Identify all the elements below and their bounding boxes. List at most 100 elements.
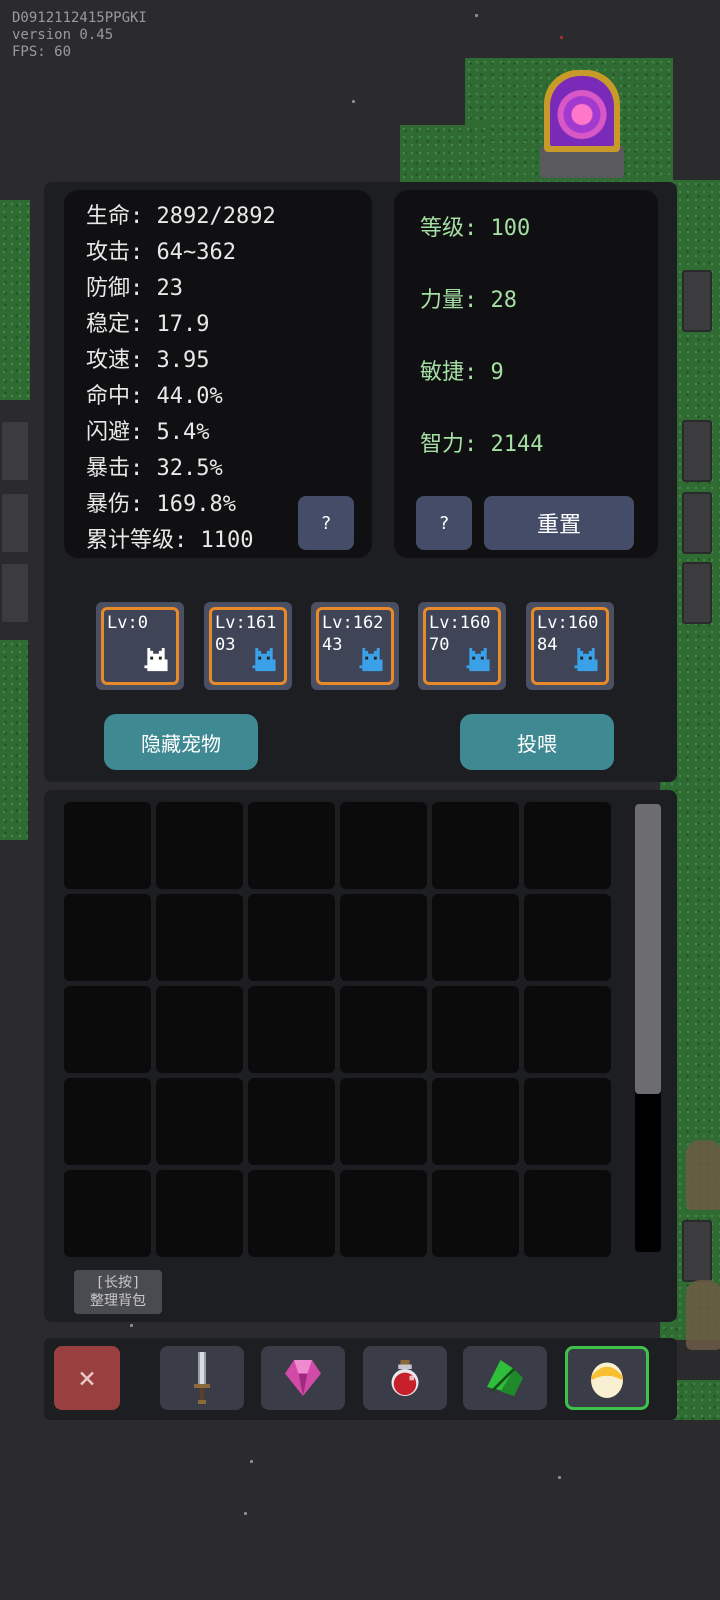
stat-accuracy: 命中: 44.0% (86, 384, 223, 409)
floor-tile (682, 420, 712, 482)
egg-icon (591, 1362, 623, 1398)
close-icon: × (77, 1360, 97, 1396)
inventory-slot[interactable] (248, 894, 335, 981)
floor-tile (682, 492, 712, 554)
portal[interactable] (544, 70, 620, 152)
inventory-slot[interactable] (248, 986, 335, 1073)
inventory-scrollbar[interactable] (635, 804, 661, 1252)
statue (686, 1280, 720, 1350)
debug-overlay: D0912112415PPGKI version 0.45 FPS: 60 (12, 10, 147, 61)
grass-patch (0, 640, 28, 840)
floor-tile (0, 492, 30, 554)
inventory-slot[interactable] (156, 986, 243, 1073)
inventory-slot[interactable] (64, 894, 151, 981)
inventory-slot[interactable] (432, 894, 519, 981)
cat-icon (359, 648, 383, 672)
attributes-help-button[interactable]: ? (416, 496, 472, 550)
star (560, 36, 563, 39)
inventory-slot[interactable] (432, 1170, 519, 1257)
tab-eggs[interactable] (565, 1346, 649, 1410)
inventory-slot[interactable] (340, 1078, 427, 1165)
sort-bag-button[interactable]: [长按] 整理背包 (74, 1270, 162, 1314)
inventory-panel: [长按] 整理背包 (44, 790, 677, 1322)
cat-icon (252, 648, 276, 672)
inventory-slot[interactable] (156, 1170, 243, 1257)
stat-crit-damage: 暴伤: 169.8% (86, 492, 236, 517)
inventory-slot[interactable] (248, 1078, 335, 1165)
inventory-slot[interactable] (64, 802, 151, 889)
inventory-slot[interactable] (156, 1078, 243, 1165)
inventory-slot[interactable] (524, 1078, 611, 1165)
attributes-box: 等级: 100 力量: 28 敏捷: 9 智力: 2144 ? 重置 (394, 190, 658, 558)
stat-stability: 稳定: 17.9 (86, 312, 210, 337)
pet-level: Lv:0 (107, 613, 148, 633)
inventory-slot[interactable] (340, 986, 427, 1073)
pet-slot[interactable]: Lv:160 70 (418, 602, 506, 690)
tab-potions[interactable] (363, 1346, 447, 1410)
leaf-icon (487, 1360, 523, 1396)
stat-hp: 生命: 2892/2892 (86, 204, 276, 229)
sword-icon (194, 1352, 210, 1404)
cat-icon (466, 648, 490, 672)
inventory-slot[interactable] (432, 1078, 519, 1165)
potion-icon (391, 1360, 419, 1396)
tab-gems[interactable] (261, 1346, 345, 1410)
attr-level: 等级: 100 (420, 216, 531, 241)
hide-pets-button[interactable]: 隐藏宠物 (104, 714, 258, 770)
reset-button[interactable]: 重置 (484, 496, 634, 550)
star (558, 1476, 561, 1479)
combat-stats-box: 生命: 2892/2892 攻击: 64~362 防御: 23 稳定: 17.9… (64, 190, 372, 558)
inventory-slot[interactable] (524, 1170, 611, 1257)
tab-weapons[interactable] (160, 1346, 244, 1410)
inventory-slot[interactable] (156, 802, 243, 889)
scrollbar-thumb[interactable] (635, 804, 661, 1094)
tab-materials[interactable] (463, 1346, 547, 1410)
stat-evasion: 闪避: 5.4% (86, 420, 210, 445)
inventory-slot[interactable] (64, 986, 151, 1073)
grass-patch (400, 125, 490, 190)
inventory-slot[interactable] (340, 894, 427, 981)
floor-tile (0, 420, 30, 482)
gem-icon (285, 1360, 321, 1396)
attr-intelligence: 智力: 2144 (420, 432, 544, 457)
star (250, 1460, 253, 1463)
stat-attack: 攻击: 64~362 (86, 240, 236, 265)
inventory-slot[interactable] (64, 1170, 151, 1257)
star (475, 14, 478, 17)
cat-icon (574, 648, 598, 672)
inventory-slot[interactable] (524, 802, 611, 889)
grass-patch (0, 200, 30, 400)
attr-strength: 力量: 28 (420, 288, 517, 313)
stat-crit: 暴击: 32.5% (86, 456, 223, 481)
inventory-slot[interactable] (432, 802, 519, 889)
debug-device-id: D0912112415PPGKI (12, 10, 147, 26)
inventory-slot[interactable] (340, 802, 427, 889)
star (352, 100, 355, 103)
stat-total-level: 累计等级: 1100 (86, 528, 254, 553)
inventory-slot[interactable] (524, 894, 611, 981)
close-button[interactable]: × (54, 1346, 120, 1410)
pet-slot[interactable]: Lv:0 (96, 602, 184, 690)
cat-icon (144, 648, 168, 672)
inventory-slot[interactable] (432, 986, 519, 1073)
floor-tile (682, 562, 712, 624)
character-stats-panel: 生命: 2892/2892 攻击: 64~362 防御: 23 稳定: 17.9… (44, 182, 677, 782)
stat-attack-speed: 攻速: 3.95 (86, 348, 210, 373)
debug-version: version 0.45 (12, 27, 114, 43)
floor-tile (682, 270, 712, 332)
pet-slot[interactable]: Lv:162 43 (311, 602, 399, 690)
feed-button[interactable]: 投喂 (460, 714, 614, 770)
inventory-slot[interactable] (248, 1170, 335, 1257)
inventory-slot[interactable] (340, 1170, 427, 1257)
statue (686, 1140, 720, 1210)
inventory-tab-bar: × (44, 1338, 677, 1420)
stats-help-button[interactable]: ? (298, 496, 354, 550)
pet-slot[interactable]: Lv:161 03 (204, 602, 292, 690)
attr-agility: 敏捷: 9 (420, 360, 504, 385)
inventory-slot[interactable] (248, 802, 335, 889)
inventory-slot[interactable] (524, 986, 611, 1073)
debug-fps: FPS: 60 (12, 44, 72, 60)
pet-slot[interactable]: Lv:160 84 (526, 602, 614, 690)
inventory-slot[interactable] (156, 894, 243, 981)
inventory-slot[interactable] (64, 1078, 151, 1165)
